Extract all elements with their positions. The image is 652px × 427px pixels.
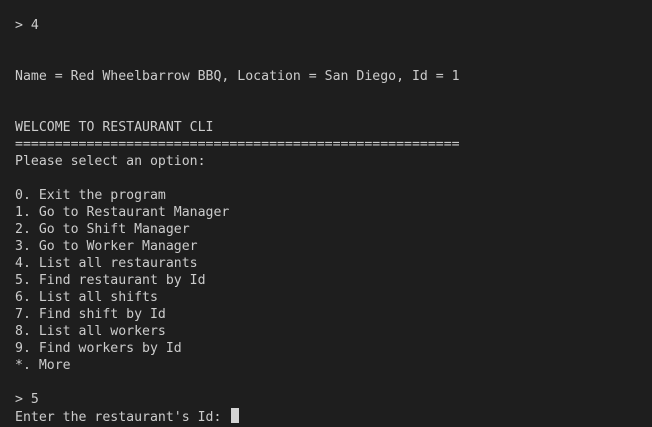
menu-option-9: 9. Find workers by Id (15, 341, 182, 356)
terminal-output[interactable]: > 4 Name = Red Wheelbarrow BBQ, Location… (0, 0, 652, 427)
menu-option-8: 8. List all workers (15, 324, 166, 339)
terminal-input-line[interactable]: Enter the restaurant's Id: (15, 408, 240, 425)
menu-option-7: 7. Find shift by Id (15, 307, 166, 322)
text-cursor (231, 408, 240, 423)
menu-option-3: 3. Go to Worker Manager (15, 239, 198, 254)
terminal-line-previous-input: > 4 (15, 18, 39, 33)
menu-separator: ========================================… (15, 137, 460, 152)
menu-option-6: 6. List all shifts (15, 290, 158, 305)
menu-prompt: Please select an option: (15, 154, 206, 169)
terminal-line-user-input: > 5 (15, 392, 39, 407)
menu-option-2: 2. Go to Shift Manager (15, 222, 190, 237)
menu-option-5: 5. Find restaurant by Id (15, 273, 206, 288)
input-prompt-text: Enter the restaurant's Id: (15, 410, 230, 425)
menu-title: WELCOME TO RESTAURANT CLI (15, 120, 214, 135)
menu-option-4: 4. List all restaurants (15, 256, 198, 271)
menu-option-more: *. More (15, 358, 71, 373)
menu-option-1: 1. Go to Restaurant Manager (15, 205, 230, 220)
terminal-line-restaurant-result: Name = Red Wheelbarrow BBQ, Location = S… (15, 69, 460, 84)
menu-option-0: 0. Exit the program (15, 188, 166, 203)
